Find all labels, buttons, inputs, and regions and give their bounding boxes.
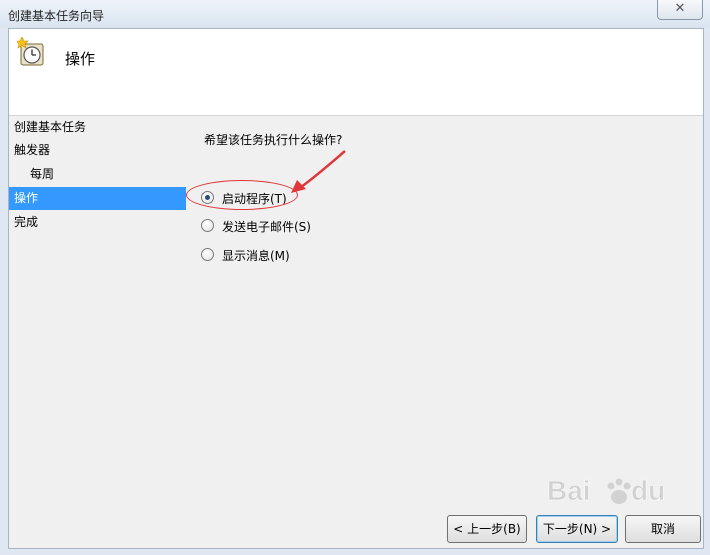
page-heading: 操作	[65, 50, 96, 68]
nav-step-finish[interactable]: 完成	[9, 211, 186, 234]
window-title: 创建基本任务向导	[8, 9, 105, 23]
svg-text:du: du	[631, 475, 665, 506]
task-clock-icon	[17, 37, 44, 66]
nav-step-trigger[interactable]: 触发器	[9, 139, 186, 162]
close-icon: ✕	[674, 1, 686, 16]
cancel-button[interactable]: 取消	[625, 515, 701, 543]
radio-unchecked-icon[interactable]	[201, 248, 214, 261]
nav-step-weekly[interactable]: 每周	[9, 163, 186, 186]
option-label: 发送电子邮件(S)	[222, 220, 311, 234]
title-bar: 创建基本任务向导 ✕	[0, 0, 710, 28]
option-send-email[interactable]: 发送电子邮件(S)	[201, 218, 311, 236]
option-label: 显示消息(M)	[222, 249, 290, 263]
back-button[interactable]: < 上一步(B)	[447, 515, 527, 543]
radio-unchecked-icon[interactable]	[201, 219, 214, 232]
close-button[interactable]: ✕	[657, 0, 703, 20]
svg-text:Bai: Bai	[547, 475, 591, 506]
baidu-watermark-logo: Bai du	[547, 475, 666, 507]
nav-step-create-task[interactable]: 创建基本任务	[9, 116, 186, 139]
wizard-header: 操作	[9, 29, 703, 116]
action-question: 希望该任务执行什么操作?	[204, 133, 343, 147]
option-show-message[interactable]: 显示消息(M)	[201, 247, 290, 265]
wizard-window: 创建基本任务向导 ✕ 操作 创建基本任务 触发器 每周 操作 完成 希望该任务执…	[0, 0, 710, 555]
annotation-arrow-icon	[291, 150, 346, 193]
nav-step-action[interactable]: 操作	[9, 187, 186, 210]
next-button[interactable]: 下一步(N) >	[536, 515, 618, 543]
